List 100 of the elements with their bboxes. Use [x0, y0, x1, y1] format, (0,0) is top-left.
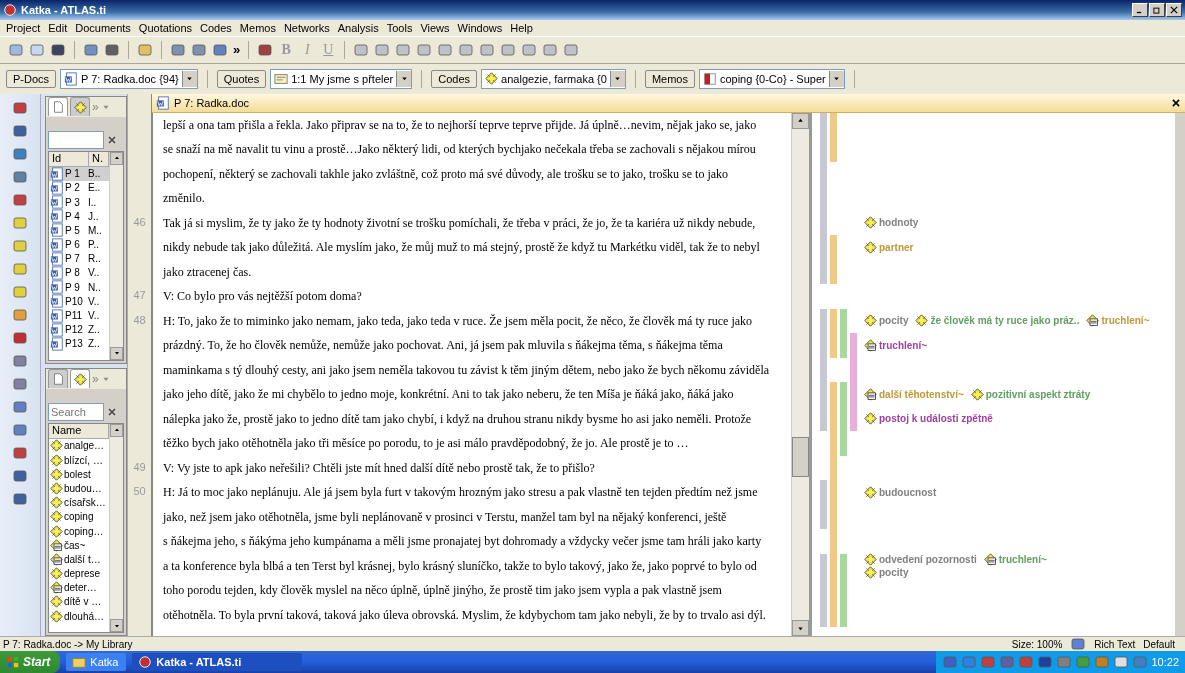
code-icon [485, 72, 499, 86]
column-header[interactable]: Id [49, 151, 89, 167]
code-row[interactable]: budou… [49, 481, 109, 496]
code-label[interactable]: pocity [864, 565, 909, 579]
zoom-size: Size: 100% [1011, 638, 1063, 650]
code-row[interactable]: dlouhá… [49, 609, 109, 624]
menu-item[interactable]: Help [510, 21, 533, 34]
column-header[interactable]: Name [49, 423, 109, 439]
code-label[interactable]: hodnoty [864, 216, 919, 230]
quotation-bar[interactable] [840, 602, 847, 628]
memo-code-icon [1086, 314, 1100, 328]
quotation-bar[interactable] [820, 553, 827, 579]
document-row[interactable]: P 3 I.. [49, 194, 109, 210]
quotation-bar[interactable] [820, 406, 827, 432]
code-label[interactable]: budoucnost [864, 485, 937, 499]
quotation-bar[interactable] [820, 308, 827, 334]
clear-icon[interactable] [106, 405, 118, 418]
selector-dropdown[interactable]: coping {0-Co} - Super [698, 68, 845, 89]
panel-tab[interactable] [48, 369, 68, 389]
windows-logo-icon [6, 655, 20, 669]
toolbar-overflow[interactable]: » [233, 42, 241, 58]
quotation-bar[interactable] [820, 602, 827, 628]
manager-button[interactable]: Memos [644, 69, 695, 88]
menu-item[interactable]: Views [420, 21, 450, 34]
quotation-bar[interactable] [830, 602, 837, 628]
manager-button[interactable]: Quotes [216, 69, 267, 88]
quotation-bar[interactable] [830, 308, 837, 334]
column-header[interactable]: N. [89, 151, 109, 167]
document-row[interactable]: P 8 V.. [49, 265, 109, 281]
code-icon [50, 567, 63, 581]
selector-dropdown[interactable]: 1:1 My jsme s přteler [270, 68, 413, 89]
code-row[interactable]: blízcí, … [49, 452, 109, 468]
menu-item[interactable]: Project [6, 21, 41, 34]
code-label[interactable]: odvedení pozornosti [864, 552, 977, 566]
code-row[interactable]: dítě v … [49, 594, 109, 610]
paragraph: H: Já to moc jako neplánuju. Ale já jsem byla furt v takovým hrozným jako stresu a pak vlastně ten tejden předtím než jsme jako, než jsem jako otěhotněla, jsme byli neplánovaně v prosinci v Terstu, manžel tam byl na nějaký konferenci, ještě s ňákejma jeho, s ňákýma jeho kumpánama a měli jsme pronajatej byt dohromady a vždycky večer jsme tam hráli jako karty a ta konference byla blbá a ten Terst byl krásnej, bylo krásný sluníčko, takže to bylo takový, jako že, jako poprvé to bylo od toho porodu tejden, kdy člověk myslel na něco úplně, úplně jinýho, že prostě tim jako jsem vypla a pak vlastně jsem otěhotněla. To byla první taková, taková jako úleva obrovská. Myslim, že kdybychom tam jako nebyli, že by to trvalo asi dýl. [163, 484, 767, 624]
page-icon [51, 372, 65, 387]
menu-item[interactable]: Quotations [138, 21, 193, 34]
code-row[interactable]: deprese [49, 566, 109, 581]
search-field[interactable]: Search [48, 402, 104, 421]
manager-button[interactable]: P-Docs [6, 69, 57, 88]
quotation-bar[interactable] [820, 259, 827, 285]
menu-item[interactable]: Analysis [337, 21, 379, 34]
document-row[interactable]: P 2 E.. [49, 180, 109, 195]
paragraph-number: 49 [133, 460, 146, 473]
selector-dropdown[interactable]: P 7: Radka.doc {94} [60, 68, 198, 89]
code-icon [864, 552, 877, 566]
taskbar-item[interactable]: Katka - ATLAS.ti [132, 653, 303, 671]
app-icon [3, 2, 17, 17]
start-button[interactable]: Start [0, 651, 61, 673]
code-label[interactable]: pocity [864, 314, 909, 328]
code-row[interactable]: císařsk… [49, 495, 109, 510]
code-row[interactable]: coping [49, 509, 109, 524]
code-icon [50, 453, 63, 467]
menu-item[interactable]: Codes [200, 21, 232, 34]
code-label[interactable]: truchlení~ [864, 338, 928, 352]
document-row[interactable]: P10 V.. [49, 294, 109, 309]
code-icon [50, 524, 63, 538]
document-row[interactable]: P 6 P.. [49, 237, 109, 252]
menu-item[interactable]: Documents [75, 21, 131, 34]
status-text: P 7: Radka.doc -> My Library [3, 638, 133, 650]
menu-item[interactable]: Edit [48, 21, 68, 34]
document-icon [50, 166, 64, 181]
menu-item[interactable]: Tools [386, 21, 413, 34]
quotation-bar[interactable] [850, 406, 857, 432]
paragraph-number: 48 [133, 313, 146, 326]
selector-dropdown[interactable]: analgezie, farmaka {0 [481, 68, 626, 89]
scroll-thumb[interactable] [792, 436, 809, 477]
code-row[interactable]: analge… [49, 438, 109, 453]
document-row[interactable]: P11 V.. [49, 308, 109, 323]
quotation-bar[interactable] [840, 553, 847, 579]
panel-tab[interactable] [70, 369, 90, 389]
document-row[interactable]: P 5 M.. [49, 223, 109, 238]
code-label[interactable]: postoj k události zpětně [864, 412, 993, 426]
quotation-bar[interactable] [830, 259, 837, 285]
panel-tab[interactable] [48, 97, 68, 117]
code-row[interactable]: čas~ [49, 538, 109, 553]
code-row[interactable]: coping… [49, 523, 109, 539]
taskbar-item[interactable]: Katka [66, 653, 127, 671]
document-row[interactable]: P 7 R.. [49, 251, 109, 266]
quotation-bar[interactable] [840, 308, 847, 334]
code-row[interactable]: další t… [49, 552, 109, 567]
document-row[interactable]: P 4 J.. [49, 209, 109, 224]
menu-item[interactable]: Memos [239, 21, 276, 34]
document-title: P 7: Radka.doc [174, 96, 249, 109]
panel-tab[interactable] [70, 97, 90, 117]
code-row[interactable]: deter… [49, 580, 109, 595]
manager-button[interactable]: Codes [431, 69, 478, 88]
paragraph-number: 50 [133, 485, 146, 498]
close-icon[interactable] [1171, 97, 1181, 108]
document-row[interactable]: P13 Z.. [49, 336, 109, 351]
menu-item[interactable]: Windows [457, 21, 503, 34]
quotation-bar[interactable] [820, 504, 827, 530]
code-row[interactable]: bolest [49, 467, 109, 482]
paragraph: V: Vy jste to apk jako neřešili? Chtěli jste mít hned další dítě nebo prostě tak, že to přišlo? [163, 459, 596, 477]
search-field[interactable] [48, 130, 104, 149]
document-row[interactable]: P12 Z.. [49, 322, 109, 337]
document-row[interactable]: P 9 N.. [49, 280, 109, 295]
clear-icon[interactable] [106, 133, 118, 146]
menu-item[interactable]: Networks [283, 21, 330, 34]
